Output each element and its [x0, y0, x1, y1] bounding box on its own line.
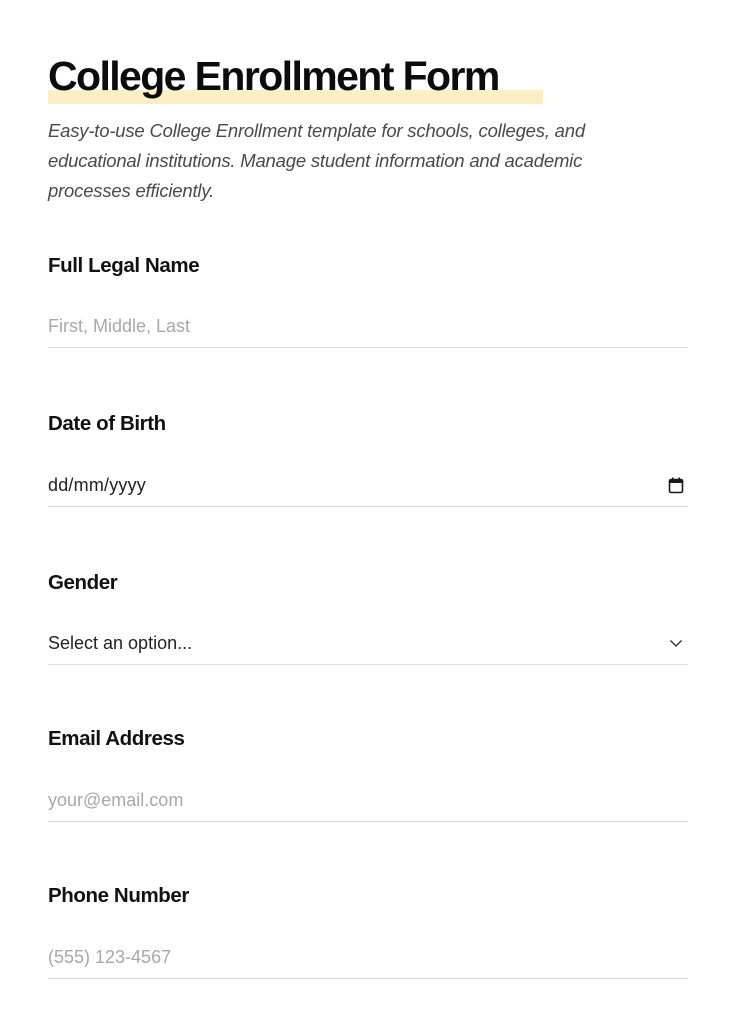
email-control: [48, 782, 688, 822]
email-input[interactable]: [48, 782, 608, 818]
calendar-icon[interactable]: [666, 475, 686, 495]
phone-input[interactable]: [48, 939, 608, 975]
gender-select[interactable]: Select an option...: [48, 625, 688, 665]
gender-select-value[interactable]: Select an option...: [48, 625, 608, 661]
form-description: Easy-to-use College Enrollment template …: [48, 120, 585, 201]
dob-label: Date of Birth: [48, 412, 166, 435]
phone-control: [48, 939, 688, 979]
email-field: Email Address: [48, 725, 688, 822]
chevron-down-icon[interactable]: [666, 633, 686, 653]
phone-label: Phone Number: [48, 884, 189, 907]
full-name-label: Full Legal Name: [48, 254, 200, 277]
full-name-field: Full Legal Name: [48, 252, 688, 348]
gender-label: Gender: [48, 571, 118, 594]
page-title: College Enrollment Form: [48, 53, 500, 99]
dob-input[interactable]: dd/mm/yyyy: [48, 467, 608, 503]
full-name-control: [48, 308, 688, 348]
dob-control[interactable]: dd/mm/yyyy: [48, 467, 688, 507]
full-name-input[interactable]: [48, 308, 608, 344]
phone-field: Phone Number: [48, 882, 688, 979]
email-label: Email Address: [48, 727, 185, 750]
gender-field: Gender Select an option...: [48, 569, 688, 665]
dob-field: Date of Birth dd/mm/yyyy: [48, 410, 688, 507]
title-block: College Enrollment Form: [48, 50, 543, 106]
